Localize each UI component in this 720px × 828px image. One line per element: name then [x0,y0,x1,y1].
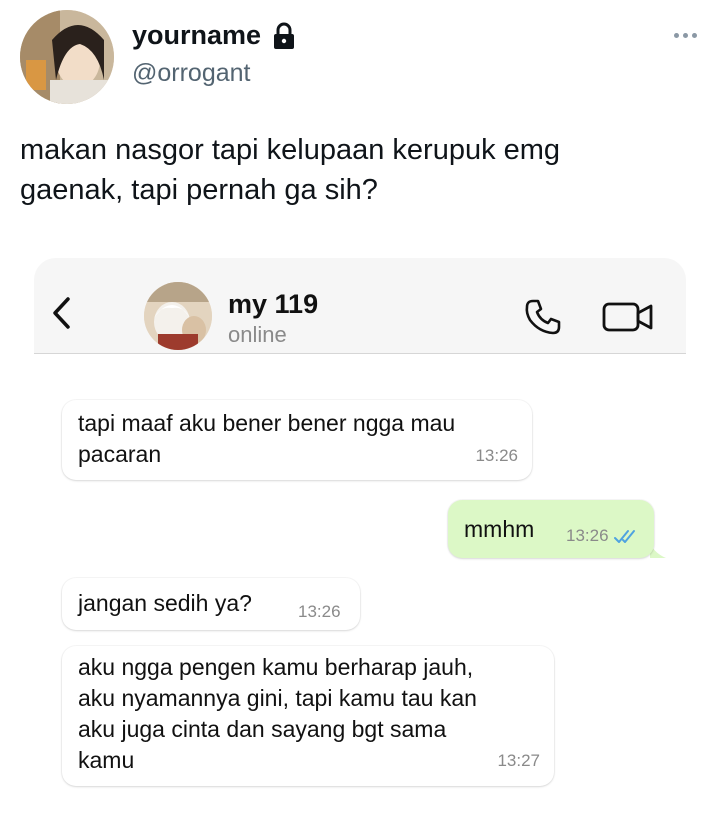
message-time: 13:26 [475,446,518,465]
more-options-icon[interactable] [674,28,702,42]
phone-icon[interactable] [524,298,562,336]
message-bubble-incoming[interactable]: tapi maaf aku bener bener ngga mau pacar… [62,400,532,480]
video-camera-icon[interactable] [602,300,654,334]
chat-header: my 119 online [34,258,686,354]
message-bubble-incoming[interactable]: jangan sedih ya? 13:26 [62,578,360,630]
message-text: tapi maaf aku bener bener ngga mau pacar… [78,410,456,467]
double-check-icon [614,522,640,543]
message-bubble-outgoing[interactable]: mmhm 13:26 [448,500,654,558]
message-time: 13:26 [566,526,609,545]
message-text: mmhm [464,516,535,542]
message-text: aku ngga pengen kamu berharap jauh, aku … [78,654,477,773]
tweet-text: makan nasgor tapi kelupaan kerupuk emg g… [20,134,561,206]
display-name-row[interactable]: yourname [132,20,297,51]
contact-avatar[interactable] [144,282,212,350]
message-time: 13:26 [298,602,341,621]
contact-status: online [228,322,287,347]
user-handle[interactable]: @orrogant [132,59,251,88]
display-name[interactable]: yourname [132,20,261,51]
profile-avatar[interactable] [20,10,114,104]
message-time: 13:27 [497,751,540,770]
lock-icon [271,22,297,50]
attached-chat-screenshot[interactable]: my 119 online tapi maaf aku bener bener … [34,258,686,818]
chevron-left-icon[interactable] [50,296,72,330]
message-bubble-incoming[interactable]: aku ngga pengen kamu berharap jauh, aku … [62,646,554,786]
contact-name: my 119 [228,289,319,319]
